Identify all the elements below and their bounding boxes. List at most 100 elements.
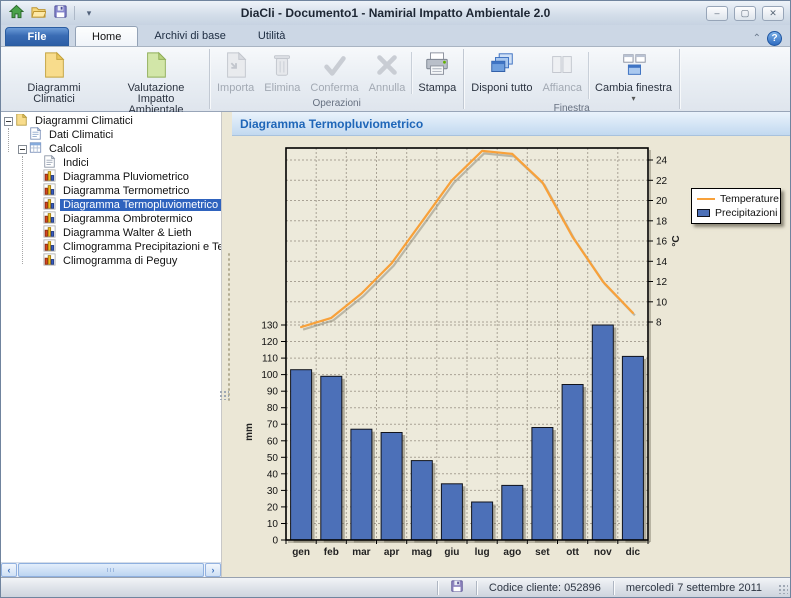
tree-item-diagramma-ombrotermico[interactable]: Diagramma Ombrotermico	[1, 212, 221, 226]
change-window-icon	[620, 51, 648, 82]
importa-button[interactable]: Importa	[212, 48, 259, 98]
svg-text:gen: gen	[292, 547, 310, 558]
button-label: Importa	[217, 83, 254, 94]
svg-text:lug: lug	[475, 547, 490, 558]
scrollbar-thumb[interactable]	[18, 563, 204, 577]
customize-qat-button[interactable]: ▾	[80, 4, 98, 22]
tab-archivi-di-base[interactable]: Archivi di base	[138, 26, 242, 46]
close-button[interactable]: ✕	[762, 6, 784, 21]
group-caption: Operazioni	[212, 98, 461, 111]
diagrammi-climatici-button[interactable]: Diagrammi Climatici	[3, 48, 105, 116]
app-window: ▾ DiaCli - Documento1 - Namirial Impatto…	[0, 0, 791, 598]
window-title: DiaCli - Documento1 - Namirial Impatto A…	[1, 6, 790, 20]
tree-item-diagramma-termopluviometrico[interactable]: Diagramma Termopluviometrico	[1, 198, 221, 212]
tab-home[interactable]: Home	[75, 26, 138, 46]
valutazione-impatto-ambientale-button[interactable]: Valutazione Impatto Ambientale	[105, 48, 207, 116]
button-separator	[588, 52, 589, 99]
ribbon-group-main: Diagrammi ClimaticiValutazione Impatto A…	[1, 47, 209, 111]
title-bar: ▾ DiaCli - Documento1 - Namirial Impatto…	[1, 1, 790, 25]
svg-text:mag: mag	[412, 547, 433, 558]
disponi-tutto-button[interactable]: Disponi tutto	[466, 48, 537, 103]
tree-item-label: Diagramma Pluviometrico	[60, 171, 192, 183]
button-label: Annulla	[369, 83, 406, 94]
resize-grip[interactable]	[776, 580, 790, 596]
ribbon-group-finestra: Disponi tuttoAffiancaCambia finestra▾Fin…	[464, 47, 679, 111]
annulla-button[interactable]: Annulla	[364, 48, 411, 98]
tree-item-label: Diagramma Ombrotermico	[60, 213, 196, 225]
svg-text:20: 20	[267, 502, 279, 513]
minimize-button[interactable]: –	[706, 6, 728, 21]
collapse-ribbon-icon[interactable]: ⌃	[753, 33, 761, 44]
tree-item-diagramma-pluviometrico[interactable]: Diagramma Pluviometrico	[1, 170, 221, 184]
panel-splitter[interactable]	[222, 112, 232, 577]
legend-entry: Precipitazioni	[697, 206, 775, 220]
tree-guide-line	[22, 156, 23, 264]
svg-text:°C: °C	[671, 235, 682, 246]
svg-text:90: 90	[267, 387, 279, 398]
trash-icon	[268, 51, 296, 82]
tree-item-calcoli[interactable]: Calcoli	[1, 142, 221, 156]
legend-label: Precipitazioni	[715, 207, 777, 219]
svg-text:10: 10	[656, 297, 668, 308]
main-area: Diagrammi ClimaticiDati ClimaticiCalcoli…	[1, 112, 790, 577]
chart-legend: Temperature Precipitazioni	[691, 188, 781, 224]
collapse-expander-icon[interactable]	[17, 145, 28, 154]
tree-item-diagramma-walter-lieth[interactable]: Diagramma Walter & Lieth	[1, 226, 221, 240]
button-label: Diagrammi Climatici	[8, 83, 100, 105]
collapse-expander-icon[interactable]	[3, 117, 14, 126]
tab-row-right: ⌃ ?	[753, 31, 790, 46]
elimina-button[interactable]: Elimina	[259, 48, 305, 98]
client-code: Codice cliente: 052896	[477, 582, 613, 594]
dropdown-arrow-icon: ▾	[632, 94, 636, 103]
stampa-button[interactable]: Stampa	[413, 48, 461, 98]
home-button[interactable]	[7, 4, 25, 22]
tree-item-label: Diagramma Termopluviometrico	[60, 199, 221, 211]
button-separator	[411, 52, 412, 94]
svg-text:60: 60	[267, 436, 279, 447]
tree-guide-line	[8, 128, 9, 152]
save-button[interactable]	[51, 4, 69, 22]
svg-text:18: 18	[656, 216, 668, 227]
ribbon: Diagrammi ClimaticiValutazione Impatto A…	[1, 46, 790, 112]
scroll-left-arrow[interactable]: ‹	[1, 563, 17, 577]
svg-text:8: 8	[656, 318, 662, 329]
qat-separator	[74, 6, 75, 20]
cambia-finestra-button[interactable]: Cambia finestra▾	[590, 48, 677, 103]
navigation-tree-panel: Diagrammi ClimaticiDati ClimaticiCalcoli…	[1, 112, 222, 577]
tree-item-indici[interactable]: Indici	[1, 156, 221, 170]
tree-item-diagrammi-climatici[interactable]: Diagrammi Climatici	[1, 114, 221, 128]
floppy-icon	[450, 579, 464, 596]
affianca-button[interactable]: Affianca	[537, 48, 587, 103]
legend-label: Temperature	[720, 193, 779, 205]
tree-item-label: Climogramma di Peguy	[60, 255, 180, 267]
status-bar: Codice cliente: 052896 mercoledì 7 sette…	[1, 577, 790, 597]
tree-item-climogramma-precipitazioni-e-temperature[interactable]: Climogramma Precipitazioni e Temperature	[1, 240, 221, 254]
scroll-right-arrow[interactable]: ›	[205, 563, 221, 577]
status-date: mercoledì 7 settembre 2011	[614, 582, 774, 594]
svg-text:80: 80	[267, 403, 279, 414]
svg-text:100: 100	[261, 370, 278, 381]
svg-text:ott: ott	[566, 547, 579, 558]
tree-item-diagramma-termometrico[interactable]: Diagramma Termometrico	[1, 184, 221, 198]
button-label: Conferma	[310, 83, 358, 94]
tree-item-climogramma-di-peguy[interactable]: Climogramma di Peguy	[1, 254, 221, 268]
svg-text:14: 14	[656, 257, 668, 268]
tab-utilità[interactable]: Utilità	[242, 26, 302, 46]
tree-horizontal-scrollbar[interactable]: ‹ ›	[1, 562, 221, 577]
file-menu-button[interactable]: File	[5, 27, 69, 46]
doc-yellow-sm-icon	[15, 114, 28, 129]
window-controls: –▢ ✕	[706, 6, 784, 21]
tree-item-label: Diagramma Termometrico	[60, 185, 192, 197]
svg-text:22: 22	[656, 176, 668, 187]
tree-item-dati-climatici[interactable]: Dati Climatici	[1, 128, 221, 142]
svg-text:dic: dic	[626, 547, 641, 558]
open-file-button[interactable]	[29, 4, 47, 22]
svg-text:mar: mar	[352, 547, 370, 558]
tree-item-label: Diagramma Walter & Lieth	[60, 227, 195, 239]
open-file-icon	[31, 4, 46, 22]
conferma-button[interactable]: Conferma	[305, 48, 363, 98]
maximize-button[interactable]: ▢	[734, 6, 756, 21]
printer-icon	[423, 51, 451, 82]
group-caption: Finestra	[466, 103, 677, 115]
help-icon[interactable]: ?	[767, 31, 782, 46]
